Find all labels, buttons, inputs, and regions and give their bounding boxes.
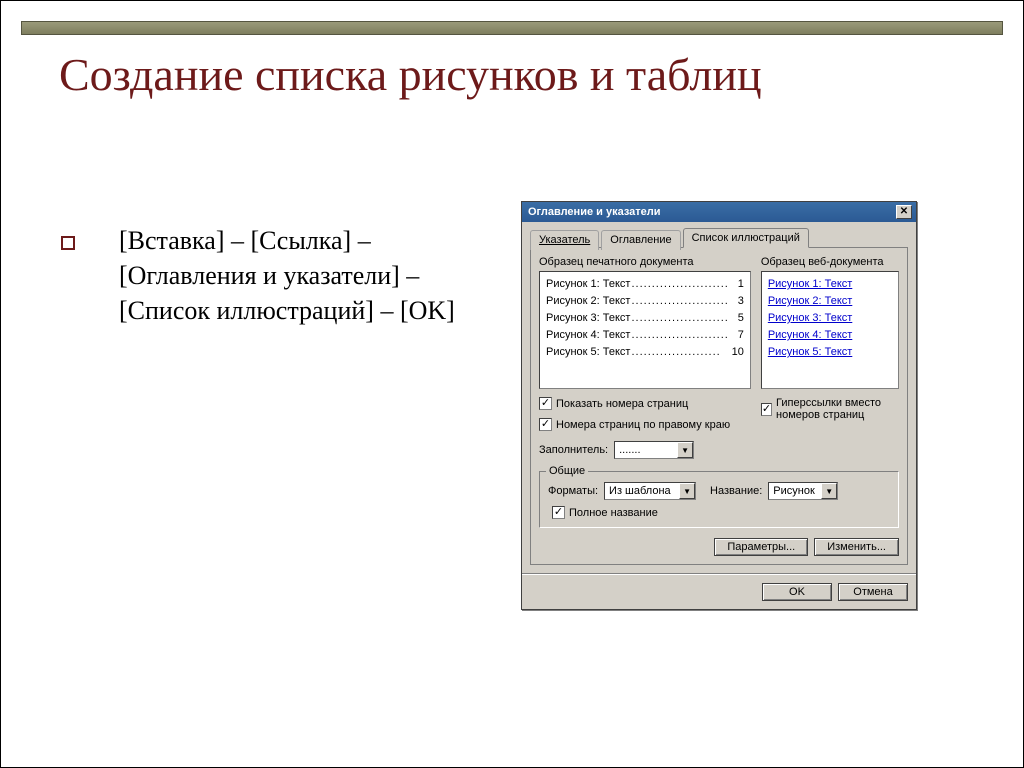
tab-toc[interactable]: Оглавление — [601, 230, 680, 250]
web-preview-label: Образец веб-документа — [761, 256, 899, 268]
bullet-icon — [61, 236, 75, 250]
chevron-down-icon: ▼ — [677, 442, 693, 458]
checkbox-full-caption[interactable]: Полное название — [552, 506, 658, 519]
item-text: Рисунок 3: Текст — [546, 310, 630, 327]
checkbox-icon — [761, 403, 772, 416]
leader-dots: ........................ — [630, 276, 729, 293]
decorative-bar — [21, 21, 1003, 35]
close-icon[interactable]: ✕ — [896, 205, 912, 219]
print-preview-label: Образец печатного документа — [539, 256, 751, 268]
chevron-down-icon: ▼ — [679, 483, 695, 499]
combo-value: Из шаблона — [609, 485, 671, 497]
dialog-body: Указатель Оглавление Список иллюстраций … — [522, 222, 916, 609]
tab-index[interactable]: Указатель — [530, 230, 599, 250]
checkbox-icon — [552, 506, 565, 519]
modify-button[interactable]: Изменить... — [814, 538, 899, 556]
dialog-title: Оглавление и указатели — [528, 206, 661, 218]
dialog-titlebar[interactable]: Оглавление и указатели ✕ — [522, 202, 916, 222]
leader-dots: ........................ — [630, 327, 729, 344]
combo-value: ....... — [619, 444, 640, 456]
list-item: Рисунок 1: Текст........................… — [546, 276, 744, 293]
list-item: Рисунок 3: Текст........................… — [546, 310, 744, 327]
leader-field: Заполнитель: ....... ▼ — [539, 441, 751, 459]
item-text: Рисунок 2: Текст — [546, 293, 630, 310]
options-button[interactable]: Параметры... — [714, 538, 808, 556]
leader-combo[interactable]: ....... ▼ — [614, 441, 694, 459]
slide: Создание списка рисунков и таблиц [Встав… — [0, 0, 1024, 768]
list-item: Рисунок 5: Текст......................10 — [546, 344, 744, 361]
chevron-down-icon: ▼ — [821, 483, 837, 499]
checkbox-label: Номера страниц по правому краю — [556, 419, 730, 431]
item-page: 1 — [730, 276, 744, 293]
leader-label: Заполнитель: — [539, 444, 608, 456]
instruction-text: [Вставка] – [Ссылка] – [Оглавления и ука… — [119, 223, 499, 328]
print-preview: Рисунок 1: Текст........................… — [539, 271, 751, 389]
item-text: Рисунок 4: Текст — [546, 327, 630, 344]
list-item[interactable]: Рисунок 5: Текст — [768, 344, 892, 361]
tab-label: Оглавление — [610, 234, 671, 246]
item-text: Рисунок 5: Текст — [546, 344, 630, 361]
web-preview: Рисунок 1: Текст Рисунок 2: Текст Рисуно… — [761, 271, 899, 389]
group-title: Общие — [546, 465, 588, 477]
checkbox-label: Гиперссылки вместо номеров страниц — [776, 397, 899, 421]
leader-dots: ...................... — [630, 344, 729, 361]
slide-title: Создание списка рисунков и таблиц — [59, 49, 983, 102]
item-page: 7 — [730, 327, 744, 344]
item-page: 10 — [730, 344, 744, 361]
list-item: Рисунок 2: Текст........................… — [546, 293, 744, 310]
ok-button[interactable]: OK — [762, 583, 832, 601]
tab-strip: Указатель Оглавление Список иллюстраций — [530, 228, 908, 248]
tab-pane: Образец печатного документа Рисунок 1: Т… — [530, 247, 908, 565]
leader-dots: ........................ — [630, 293, 729, 310]
separator — [522, 573, 916, 575]
list-item[interactable]: Рисунок 4: Текст — [768, 327, 892, 344]
combo-value: Рисунок — [773, 485, 815, 497]
formats-combo[interactable]: Из шаблона ▼ — [604, 482, 696, 500]
group-common: Общие Форматы: Из шаблона ▼ Название: Ри… — [539, 471, 899, 528]
formats-label: Форматы: — [548, 485, 598, 497]
checkbox-label: Показать номера страниц — [556, 398, 688, 410]
list-item[interactable]: Рисунок 1: Текст — [768, 276, 892, 293]
list-item[interactable]: Рисунок 3: Текст — [768, 310, 892, 327]
checkbox-hyperlinks[interactable]: Гиперссылки вместо номеров страниц — [761, 397, 899, 421]
caption-combo[interactable]: Рисунок ▼ — [768, 482, 838, 500]
tab-figures[interactable]: Список иллюстраций — [683, 228, 809, 248]
item-page: 3 — [730, 293, 744, 310]
checkbox-label: Полное название — [569, 507, 658, 519]
item-text: Рисунок 1: Текст — [546, 276, 630, 293]
checkbox-show-pages[interactable]: Показать номера страниц — [539, 397, 751, 410]
tab-label: Список иллюстраций — [692, 232, 800, 244]
list-item[interactable]: Рисунок 2: Текст — [768, 293, 892, 310]
dialog-toc: Оглавление и указатели ✕ Указатель Оглав… — [521, 201, 917, 610]
checkbox-right-align[interactable]: Номера страниц по правому краю — [539, 418, 751, 431]
list-item: Рисунок 4: Текст........................… — [546, 327, 744, 344]
caption-label: Название: — [710, 485, 762, 497]
cancel-button[interactable]: Отмена — [838, 583, 908, 601]
item-page: 5 — [730, 310, 744, 327]
leader-dots: ........................ — [630, 310, 729, 327]
tab-label: Указатель — [539, 234, 590, 246]
checkbox-icon — [539, 418, 552, 431]
checkbox-icon — [539, 397, 552, 410]
